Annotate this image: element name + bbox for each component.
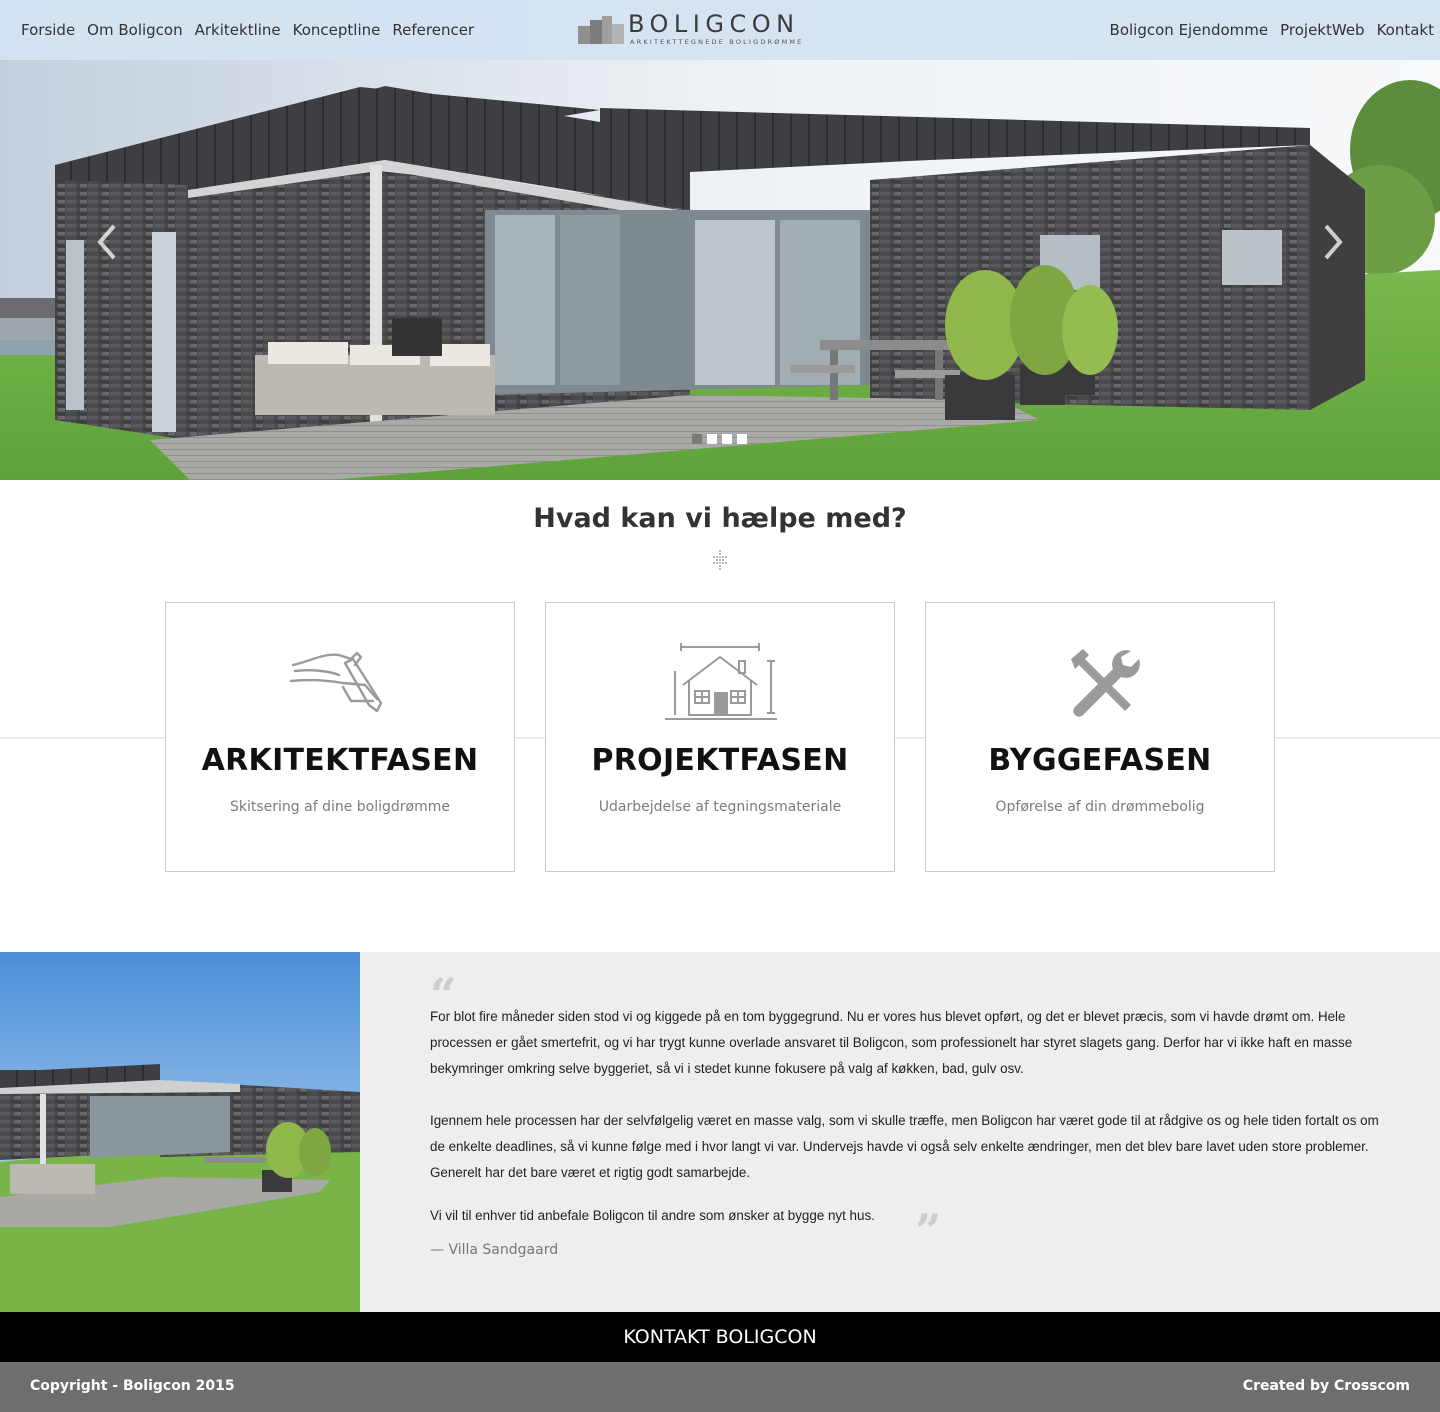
site-header: Forside Om Boligcon Arkitektline Koncept… — [0, 0, 1440, 60]
service-card-arkitektfasen[interactable]: ARKITEKTFASEN Skitsering af dine boligdr… — [165, 602, 515, 872]
testimonial-paragraph: For blot fire måneder siden stod vi og k… — [430, 1009, 1353, 1076]
nav-arkitektline[interactable]: Arkitektline — [189, 21, 287, 39]
house-plan-icon — [665, 643, 777, 720]
testimonial-author: — Villa Sandgaard — [430, 1242, 559, 1258]
nav-projektweb[interactable]: ProjektWeb — [1274, 21, 1370, 39]
service-card-subtitle: Udarbejdelse af tegningsmateriale — [598, 799, 842, 815]
service-card-title: BYGGEFASEN — [988, 743, 1212, 778]
main-nav-right: Boligcon Ejendomme ProjektWeb Kontakt — [1104, 0, 1440, 60]
slider-prev-button[interactable] — [92, 222, 122, 262]
logo-wordmark: BOLIGCON — [628, 10, 800, 38]
chevron-left-icon — [97, 224, 116, 260]
testimonial-closing: Vi vil til enhver tid anbefale Boligcon … — [430, 1208, 875, 1223]
service-card-byggefasen[interactable]: BYGGEFASEN Opførelse af din drømmebolig — [925, 602, 1275, 872]
logo-tagline: ARKITEKTTEGNEDE BOLIGDRØMME — [630, 38, 804, 46]
nav-boligcon-ejendomme[interactable]: Boligcon Ejendomme — [1104, 21, 1275, 39]
footer-credit-link[interactable]: Created by Crosscom — [1243, 1378, 1410, 1394]
testimonial-section: “ For blot fire måneder siden stod vi og… — [0, 952, 1440, 1312]
contact-cta-button[interactable]: KONTAKT BOLIGCON — [0, 1312, 1440, 1362]
nav-forside[interactable]: Forside — [15, 21, 81, 39]
testimonial-paragraph: Igennem hele processen har der selvfølge… — [430, 1113, 1379, 1180]
testimonial-quote: For blot fire måneder siden stod vi og k… — [430, 1004, 1380, 1212]
site-logo[interactable]: BOLIGCON ARKITEKTTEGNEDE BOLIGDRØMME — [578, 10, 838, 48]
chevron-right-icon — [1324, 224, 1343, 260]
slider-dot[interactable] — [692, 434, 702, 444]
logo-mark-icon — [578, 16, 624, 44]
hero-house-photo — [0, 0, 1440, 480]
nav-referencer[interactable]: Referencer — [386, 21, 480, 39]
quote-close-icon: ” — [915, 1204, 942, 1258]
main-nav-left: Forside Om Boligcon Arkitektline Koncept… — [15, 0, 480, 60]
slider-next-button[interactable] — [1318, 222, 1348, 262]
footer-copyright: Copyright - Boligcon 2015 — [30, 1378, 235, 1394]
service-card-title: ARKITEKTFASEN — [201, 743, 479, 778]
slider-pagination — [692, 434, 747, 444]
site-footer: Copyright - Boligcon 2015 Created by Cro… — [0, 1362, 1440, 1412]
service-card-subtitle: Skitsering af dine boligdrømme — [229, 799, 451, 815]
service-card-projektfasen[interactable]: PROJEKTFASEN Udarbejdelse af tegningsmat… — [545, 602, 895, 872]
hand-drawing-icon — [289, 651, 383, 713]
villa-photo — [0, 952, 360, 1312]
dotted-arrow-icon — [713, 550, 727, 570]
service-card-title: PROJEKTFASEN — [591, 743, 849, 778]
nav-kontakt[interactable]: Kontakt — [1371, 21, 1440, 39]
nav-om-boligcon[interactable]: Om Boligcon — [81, 21, 188, 39]
slider-dot[interactable] — [707, 434, 717, 444]
hero-slider — [0, 0, 1440, 480]
slider-dot[interactable] — [737, 434, 747, 444]
nav-konceptline[interactable]: Konceptline — [287, 21, 387, 39]
testimonial-image — [0, 952, 360, 1312]
slider-dot[interactable] — [722, 434, 732, 444]
service-card-subtitle: Opførelse af din drømmebolig — [995, 799, 1205, 815]
tools-icon — [1071, 649, 1140, 717]
services-heading: Hvad kan vi hælpe med? — [533, 503, 907, 534]
